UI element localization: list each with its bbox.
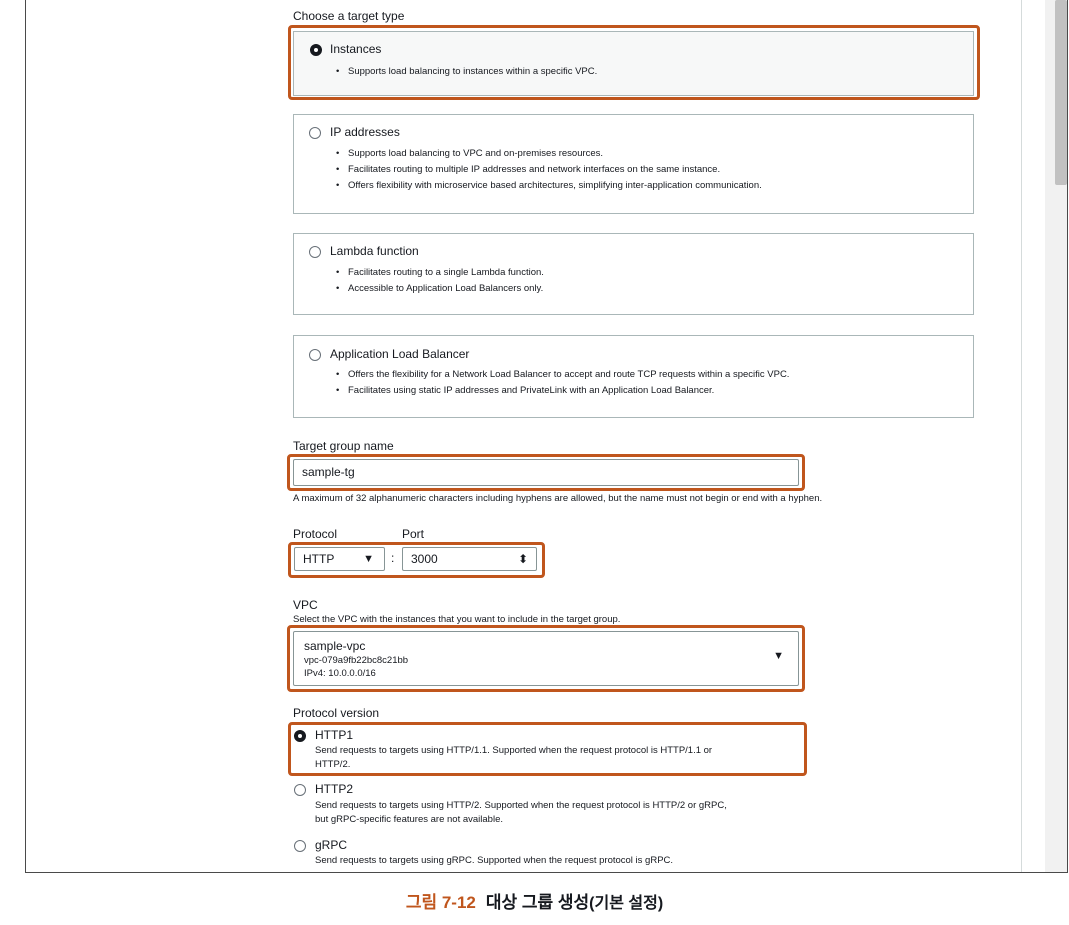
protocol-value: HTTP [303,552,335,566]
ip-addresses-bullet: Supports load balancing to VPC and on-pr… [334,146,762,162]
vpc-label: VPC [293,598,318,612]
protocol-select[interactable]: HTTP ▼ [294,547,385,571]
target-group-name-hint: A maximum of 32 alphanumeric characters … [293,493,823,504]
grpc-desc: Send requests to targets using gRPC. Sup… [315,855,674,866]
instances-bullet: Supports load balancing to instances wit… [334,64,597,80]
target-type-lambda[interactable]: Lambda function Facilitates routing to a… [293,233,974,315]
http1-desc-cont: HTTP/2. [315,759,351,770]
target-group-name-label: Target group name [293,439,394,453]
lambda-title: Lambda function [330,244,419,258]
vpc-name: sample-vpc [304,639,366,653]
figure-caption: 그림 7-12 대상 그룹 생성(기본 설정) [0,888,1069,913]
protocol-label: Protocol [293,527,338,541]
target-type-heading: Choose a target type [293,9,405,23]
ip-addresses-radio[interactable] [309,127,321,139]
lambda-bullets: Facilitates routing to a single Lambda f… [334,265,544,297]
alb-bullet: Facilitates using static IP addresses an… [334,383,789,399]
instances-title: Instances [330,42,382,56]
target-type-ip-addresses[interactable]: IP addresses Supports load balancing to … [293,114,974,214]
protocol-port-separator: : [391,551,395,565]
ip-addresses-bullet: Facilitates routing to multiple IP addre… [334,162,762,178]
stepper-icon[interactable]: ⬍ [518,548,528,570]
http2-title: HTTP2 [315,782,354,796]
vpc-id: vpc-079a9fb22bc8c21bb [304,655,409,666]
figure-number: 그림 7-12 [405,893,476,912]
vpc-description: Select the VPC with the instances that y… [293,614,621,625]
target-group-name-input[interactable]: sample-tg [293,459,799,486]
port-label: Port [402,527,425,541]
figure-title: 대상 그룹 생성 [485,893,590,912]
ip-addresses-bullet: Offers flexibility with microservice bas… [334,178,762,194]
lambda-radio[interactable] [309,246,321,258]
instances-radio[interactable] [310,44,322,56]
alb-title: Application Load Balancer [330,347,470,361]
ip-addresses-bullets: Supports load balancing to VPC and on-pr… [334,146,762,194]
figure-subtitle: (기본 설정) [589,895,664,912]
alb-bullet: Offers the flexibility for a Network Loa… [334,367,789,383]
panel-divider [1021,0,1022,872]
http2-desc-cont: but gRPC-specific features are not avail… [315,814,503,825]
http2-desc: Send requests to targets using HTTP/2. S… [315,800,727,811]
caret-down-icon: ▼ [363,553,374,565]
caret-down-icon: ▼ [773,650,784,662]
grpc-radio[interactable] [294,840,306,852]
vpc-cidr: IPv4: 10.0.0.0/16 [304,668,376,679]
http1-desc: Send requests to targets using HTTP/1.1.… [315,745,713,756]
protocol-version-label: Protocol version [293,706,380,720]
instances-bullets: Supports load balancing to instances wit… [334,64,597,80]
lambda-bullet: Facilitates routing to a single Lambda f… [334,265,544,281]
target-type-alb[interactable]: Application Load Balancer Offers the fle… [293,335,974,418]
lambda-bullet: Accessible to Application Load Balancers… [334,281,544,297]
http2-radio[interactable] [294,784,306,796]
target-type-instances[interactable]: Instances Supports load balancing to ins… [293,31,974,96]
http1-radio[interactable] [294,730,306,742]
ip-addresses-title: IP addresses [330,125,400,139]
grpc-title: gRPC [315,838,348,852]
vpc-select[interactable]: sample-vpc vpc-079a9fb22bc8c21bb IPv4: 1… [293,631,799,686]
alb-bullets: Offers the flexibility for a Network Loa… [334,367,789,399]
scrollbar-thumb[interactable] [1055,0,1067,185]
port-value: 3000 [411,552,438,566]
alb-radio[interactable] [309,349,321,361]
http1-title: HTTP1 [315,728,354,742]
port-input[interactable]: 3000 ⬍ [402,547,537,571]
